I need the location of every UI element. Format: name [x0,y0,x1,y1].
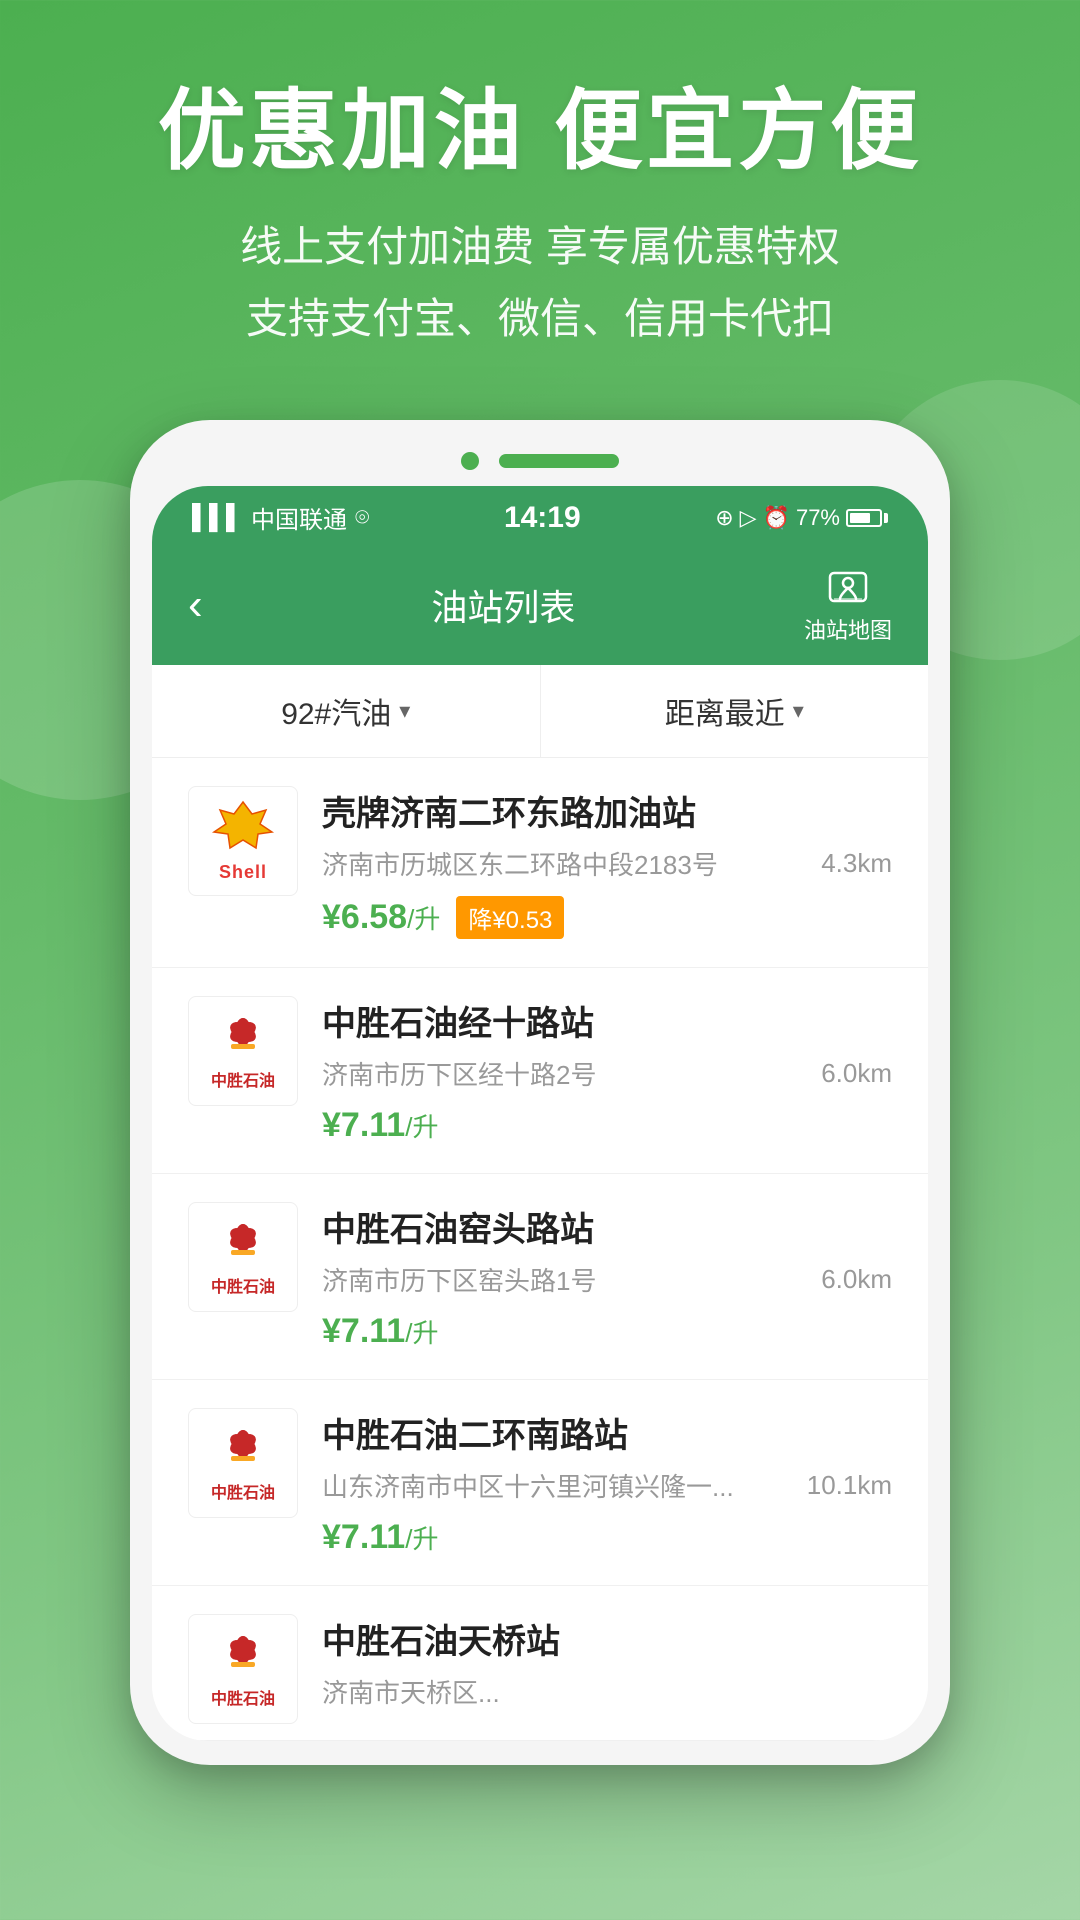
status-time: 14:19 [504,501,581,535]
sort-label: 距离最近 [665,689,785,733]
status-battery: ⊕ ▷ ⏰ 77% [715,505,888,531]
station-item[interactable]: 中胜石油 中胜石油经十路站 济南市历下区经十路2号 6.0km ¥7.11/升 [152,968,928,1174]
station-item[interactable]: Shell 壳牌济南二环东路加油站 济南市历城区东二环路中段2183号 4.3k… [152,758,928,968]
phone-speaker [499,454,619,468]
station-address: 济南市历下区经十路2号 [322,1055,805,1092]
station-info: 中胜石油窑头路站 济南市历下区窑头路1号 6.0km ¥7.11/升 [322,1202,892,1351]
station-info: 壳牌济南二环东路加油站 济南市历城区东二环路中段2183号 4.3km ¥6.5… [322,786,892,939]
station-name: 中胜石油二环南路站 [322,1408,892,1457]
battery-icon [846,509,888,527]
map-label: 油站地图 [804,613,892,645]
station-info: 中胜石油天桥站 济南市天桥区... [322,1614,892,1724]
sort-filter[interactable]: 距离最近 ▾ [541,665,929,757]
station-address-row: 济南市历下区经十路2号 6.0km [322,1055,892,1092]
header-title: 油站列表 [431,579,575,631]
station-price: ¥7.11/升 [322,1312,438,1351]
zs-text-label: 中胜石油 [211,1067,275,1091]
station-distance: 10.1km [807,1470,892,1501]
station-address: 山东济南市中区十六里河镇兴隆一... [322,1467,791,1504]
station-price: ¥7.11/升 [322,1106,438,1145]
station-item[interactable]: 中胜石油 中胜石油窑头路站 济南市历下区窑头路1号 6.0km ¥7.11/升 [152,1174,928,1380]
hero-title: 优惠加油 便宜方便 [60,80,1020,181]
station-info: 中胜石油二环南路站 山东济南市中区十六里河镇兴隆一... 10.1km ¥7.1… [322,1408,892,1557]
station-distance: 6.0km [821,1264,892,1295]
chevron-down-icon: ▾ [399,698,410,724]
phone-camera [461,452,479,470]
status-bar: ▌▌▌ 中国联通 ⌾ 14:19 ⊕ ▷ ⏰ 77% [152,486,928,545]
station-logo-zhongsheng4: 中胜石油 [188,1408,298,1518]
station-price-row: ¥7.11/升 [322,1518,892,1557]
map-icon [826,565,870,609]
station-logo-zhongsheng5: 中胜石油 [188,1614,298,1724]
station-price-row: ¥7.11/升 [322,1106,892,1145]
alarm-icon: ⏰ [763,505,790,531]
hero-subtitle-line1: 线上支付加油费 享专属优惠特权 [240,223,840,270]
station-address: 济南市历城区东二环路中段2183号 [322,845,805,882]
wifi-icon: ⌾ [355,504,369,532]
station-address: 济南市历下区窑头路1号 [322,1261,805,1298]
station-price-row: ¥7.11/升 [322,1312,892,1351]
station-price-row: ¥6.58/升 降¥0.53 [322,896,892,939]
fuel-type-label: 92#汽油 [281,689,391,733]
filter-bar: 92#汽油 ▾ 距离最近 ▾ [152,665,928,758]
hero-subtitle: 线上支付加油费 享专属优惠特权 支持支付宝、微信、信用卡代扣 [60,211,1020,354]
zs-text-label4: 中胜石油 [211,1479,275,1503]
status-carrier: ▌▌▌ 中国联通 ⌾ [192,500,369,535]
hero-section: 优惠加油 便宜方便 线上支付加油费 享专属优惠特权 支持支付宝、微信、信用卡代扣 [0,0,1080,394]
station-price: ¥6.58/升 [322,898,440,937]
station-info: 中胜石油经十路站 济南市历下区经十路2号 6.0km ¥7.11/升 [322,996,892,1145]
hero-subtitle-line2: 支持支付宝、微信、信用卡代扣 [246,295,834,342]
station-name: 中胜石油窑头路站 [322,1202,892,1251]
station-item[interactable]: 中胜石油 中胜石油二环南路站 山东济南市中区十六里河镇兴隆一... 10.1km… [152,1380,928,1586]
station-name: 中胜石油天桥站 [322,1614,892,1663]
station-logo-zhongsheng: 中胜石油 [188,996,298,1106]
shell-text-label: Shell [219,862,267,883]
zs-text-label3: 中胜石油 [211,1273,275,1297]
phone-top-bar [152,444,928,486]
battery-percent: 77% [796,505,840,531]
station-address: 济南市天桥区... [322,1673,876,1710]
station-name: 壳牌济南二环东路加油站 [322,786,892,835]
map-button[interactable]: 油站地图 [804,565,892,645]
app-header: ‹ 油站列表 油站地图 [152,545,928,665]
station-distance: 6.0km [821,1058,892,1089]
station-distance: 4.3km [821,848,892,879]
location-icon: ⊕ [715,505,733,531]
chevron-down-icon-2: ▾ [793,698,804,724]
fuel-type-filter[interactable]: 92#汽油 ▾ [152,665,541,757]
station-address-row: 济南市历城区东二环路中段2183号 4.3km [322,845,892,882]
signal-icon: ▌▌▌ [192,504,243,532]
phone-mockup: ▌▌▌ 中国联通 ⌾ 14:19 ⊕ ▷ ⏰ 77% [130,420,950,1765]
station-name: 中胜石油经十路站 [322,996,892,1045]
phone-screen: ▌▌▌ 中国联通 ⌾ 14:19 ⊕ ▷ ⏰ 77% [152,486,928,1741]
station-price: ¥7.11/升 [322,1518,438,1557]
station-logo-shell: Shell [188,786,298,896]
station-list: Shell 壳牌济南二环东路加油站 济南市历城区东二环路中段2183号 4.3k… [152,758,928,1741]
station-logo-zhongsheng3: 中胜石油 [188,1202,298,1312]
station-address-row: 济南市历下区窑头路1号 6.0km [322,1261,892,1298]
nav-icon: ▷ [740,505,757,531]
station-item[interactable]: 中胜石油 中胜石油天桥站 济南市天桥区... [152,1586,928,1741]
back-button[interactable]: ‹ [188,580,203,630]
station-address-row: 济南市天桥区... [322,1673,892,1710]
station-address-row: 山东济南市中区十六里河镇兴隆一... 10.1km [322,1467,892,1504]
discount-badge: 降¥0.53 [456,896,564,939]
zs-text-label5: 中胜石油 [211,1685,275,1709]
